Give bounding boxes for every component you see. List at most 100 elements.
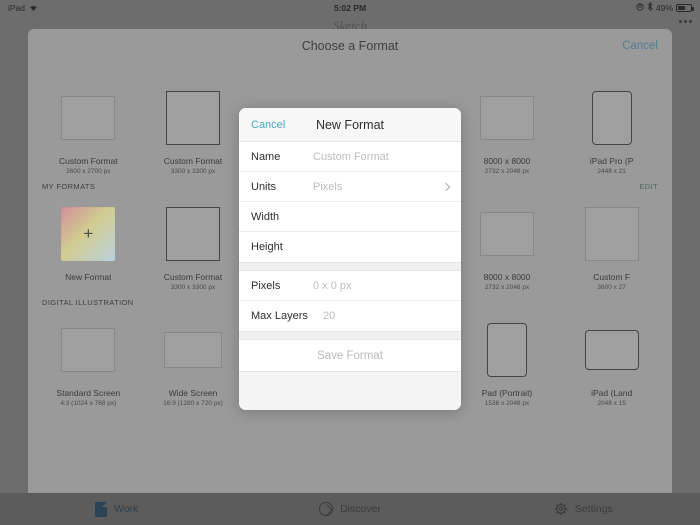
modal-row-value[interactable]: Custom Format	[313, 151, 389, 163]
thumbnail-rect	[166, 91, 220, 145]
format-thumbnail	[61, 317, 115, 383]
format-thumbnail	[166, 201, 220, 267]
modal-summary-group: Pixels0 x 0 pxMax Layers20	[239, 271, 461, 331]
format-tile[interactable]: Custom Format 3300 x 3300 px	[141, 197, 246, 291]
format-tile-dimensions: 16:9 (1280 x 720 px)	[163, 400, 223, 407]
format-thumbnail	[487, 317, 527, 383]
format-tile[interactable]: Pad (Portrait)1536 x 2048 px	[455, 313, 560, 407]
modal-group-divider	[239, 262, 461, 271]
thumbnail-rect	[592, 91, 632, 145]
thumbnail-rect	[61, 328, 115, 372]
thumbnail-rect	[585, 330, 639, 370]
thumbnail-rect	[61, 96, 115, 140]
format-thumbnail	[480, 85, 534, 151]
thumbnail-rect	[164, 332, 222, 368]
bluetooth-icon	[647, 2, 653, 13]
format-tile-name: iPad Pro (P	[590, 156, 633, 166]
section-edit-button[interactable]: EDIT	[639, 182, 658, 191]
modal-row-label: Name	[251, 151, 313, 163]
document-icon	[95, 502, 107, 517]
format-tile-name: Standard Screen	[56, 388, 120, 398]
format-tile[interactable]: Standard Screen 4:3 (1024 x 768 px)	[36, 313, 141, 407]
format-tile-dimensions: 2732 x 2048 px	[485, 284, 529, 291]
format-tile-dimensions: 2048 x 15	[597, 400, 626, 407]
modal-header: Cancel New Format	[239, 108, 461, 142]
format-thumbnail	[592, 85, 632, 151]
format-tile-name: Wide Screen	[169, 388, 218, 398]
format-tile-dimensions: 3300 x 3300 px	[171, 284, 215, 291]
tab-settings[interactable]: Settings	[467, 502, 700, 516]
tab-discover[interactable]: Discover	[233, 502, 466, 516]
format-tile-dimensions: 3600 x 27	[597, 284, 626, 291]
format-thumbnail: +	[61, 201, 115, 267]
rotation-lock-icon	[636, 3, 644, 13]
status-bar-right: 49%	[636, 2, 692, 13]
modal-row-value[interactable]: 0 x 0 px	[313, 280, 352, 292]
modal-row-label: Max Layers	[251, 310, 323, 322]
gear-icon	[554, 502, 568, 516]
format-tile-name: 8000 x 8000	[484, 272, 531, 282]
format-thumbnail	[61, 85, 115, 151]
battery-percent-label: 49%	[656, 3, 673, 13]
sheet-cancel-button[interactable]: Cancel	[622, 40, 658, 52]
format-tile[interactable]: Wide Screen 16:9 (1280 x 720 px)	[141, 313, 246, 407]
format-tile-dimensions: 2600 x 2700 px	[66, 168, 110, 175]
format-tile[interactable]: 8000 x 8000 2732 x 2048 px	[455, 197, 560, 291]
tab-label: Work	[114, 503, 138, 515]
format-tile-name: Custom F	[593, 272, 630, 282]
format-thumbnail	[164, 317, 222, 383]
format-tile[interactable]: Custom Format3300 x 3300 px	[141, 81, 246, 175]
modal-row-height[interactable]: Height	[239, 232, 461, 262]
modal-row-label: Pixels	[251, 280, 313, 292]
format-tile[interactable]: Custom Format 2600 x 2700 px	[36, 81, 141, 175]
thumbnail-rect	[480, 212, 534, 256]
format-tile[interactable]: +New Format	[36, 197, 141, 291]
format-tile-name: Custom Format	[164, 156, 223, 166]
format-tile[interactable]: iPad (Land 2048 x 15	[559, 313, 664, 407]
new-format-plus-icon[interactable]: +	[61, 207, 115, 261]
section-spacer	[28, 63, 672, 81]
section-heading-label: DIGITAL ILLUSTRATION	[42, 298, 134, 307]
chevron-right-icon	[442, 182, 450, 190]
format-tile-name: iPad (Land	[591, 388, 632, 398]
format-tile-dimensions: 4:3 (1024 x 768 px)	[60, 400, 116, 407]
modal-row-max-layers[interactable]: Max Layers20	[239, 301, 461, 331]
modal-cancel-button[interactable]: Cancel	[251, 119, 285, 131]
modal-row-label: Height	[251, 241, 313, 253]
format-tile[interactable]: Custom F 3600 x 27	[559, 197, 664, 291]
format-tile-name: Custom Format	[164, 272, 223, 282]
modal-row-value[interactable]: 20	[323, 310, 335, 322]
new-format-modal: Cancel New Format NameCustom FormatUnits…	[239, 108, 461, 410]
modal-row-name[interactable]: NameCustom Format	[239, 142, 461, 172]
format-tile-name: Custom Format	[59, 156, 118, 166]
ipad-screen: iPad 5:02 PM 49% Sketch Choose a Format …	[0, 0, 700, 525]
format-tile[interactable]: iPad Pro (P2448 x 21	[559, 81, 664, 175]
thumbnail-rect	[166, 207, 220, 261]
format-thumbnail	[480, 201, 534, 267]
modal-row-label: Width	[251, 211, 313, 223]
format-thumbnail	[166, 85, 220, 151]
modal-title: New Format	[316, 118, 384, 132]
more-options-icon[interactable]	[679, 20, 692, 23]
tab-label: Discover	[340, 503, 381, 515]
format-thumbnail	[585, 317, 639, 383]
section-heading-label: MY FORMATS	[42, 182, 95, 191]
modal-footer	[239, 372, 461, 410]
modal-row-value[interactable]: Pixels	[313, 181, 342, 193]
ios-status-bar: iPad 5:02 PM 49%	[0, 0, 700, 15]
modal-row-width[interactable]: Width	[239, 202, 461, 232]
modal-row-units[interactable]: UnitsPixels	[239, 172, 461, 202]
modal-group-divider-2	[239, 331, 461, 340]
thumbnail-rect	[480, 96, 534, 140]
format-tile[interactable]: 8000 x 80002732 x 2048 px	[455, 81, 560, 175]
format-thumbnail	[585, 201, 639, 267]
tab-label: Settings	[575, 503, 613, 515]
thumbnail-rect	[585, 207, 639, 261]
save-format-button[interactable]: Save Format	[239, 340, 461, 372]
modal-row-pixels[interactable]: Pixels0 x 0 px	[239, 271, 461, 301]
bottom-tab-bar: Work Discover Settings	[0, 493, 700, 525]
modal-field-group: NameCustom FormatUnitsPixelsWidthHeight	[239, 142, 461, 262]
tab-work[interactable]: Work	[0, 502, 233, 517]
thumbnail-rect	[487, 323, 527, 377]
format-tile-name: 8000 x 8000	[484, 156, 531, 166]
